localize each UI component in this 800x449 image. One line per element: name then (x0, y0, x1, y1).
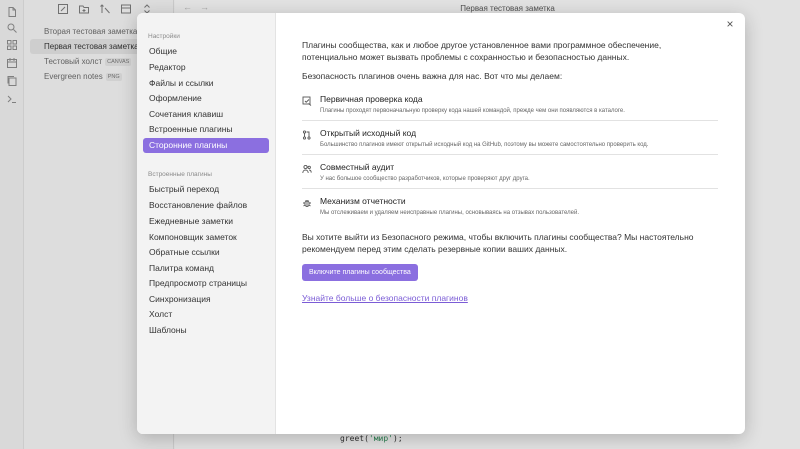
security-heading: Безопасность плагинов очень важна для на… (302, 71, 563, 81)
list-item: Первичная проверка кода Плагины проходят… (302, 87, 718, 121)
sidebar-item-note-composer[interactable]: Компоновщик заметок (143, 230, 269, 245)
sidebar-item-appearance[interactable]: Оформление (143, 91, 269, 106)
code-review-icon (302, 96, 312, 106)
users-icon (302, 164, 312, 174)
settings-modal: Настройки Общие Редактор Файлы и ссылки … (137, 13, 745, 434)
feature-title: Первичная проверка кода (320, 94, 423, 104)
sidebar-item-sync[interactable]: Синхронизация (143, 292, 269, 307)
feature-title: Механизм отчетности (320, 196, 406, 206)
list-item: Механизм отчетности Мы отслеживаем и уда… (302, 189, 718, 223)
sidebar-item-daily-notes[interactable]: Ежедневные заметки (143, 214, 269, 229)
feature-description: У нас большое сообщество разработчиков, … (320, 176, 530, 182)
feature-description: Мы отслеживаем и удаляем неисправные пла… (320, 210, 579, 216)
settings-group-label: Настройки (148, 33, 180, 40)
sidebar-item-templates[interactable]: Шаблоны (143, 323, 269, 338)
list-item: Совместный аудит У нас большое сообществ… (302, 155, 718, 189)
sidebar-item-backlinks[interactable]: Обратные ссылки (143, 245, 269, 260)
feature-title: Совместный аудит (320, 162, 395, 172)
enable-community-plugins-button[interactable]: Включите плагины сообщества (302, 264, 418, 281)
feature-description: Плагины проходят первоначальную проверку… (320, 108, 625, 114)
sidebar-item-file-recovery[interactable]: Восстановление файлов (143, 198, 269, 213)
sidebar-item-canvas[interactable]: Холст (143, 307, 269, 322)
sidebar-item-editor[interactable]: Редактор (143, 60, 269, 75)
close-icon[interactable]: × (723, 17, 737, 31)
learn-more-link[interactable]: Узнайте больше о безопасности плагинов (302, 293, 718, 303)
sidebar-item-hotkeys[interactable]: Сочетания клавиш (143, 107, 269, 122)
intro-text: Плагины сообщества, как и любое другое у… (302, 40, 662, 62)
list-item: Открытый исходный код Большинство плагин… (302, 121, 718, 155)
sidebar-item-general[interactable]: Общие (143, 44, 269, 59)
bug-icon (302, 198, 312, 208)
sidebar-item-community-plugins[interactable]: Сторонние плагины (143, 138, 269, 153)
feature-title: Открытый исходный код (320, 128, 417, 138)
sidebar-item-files-links[interactable]: Файлы и ссылки (143, 76, 269, 91)
safe-mode-question: Вы хотите выйти из Безопасного режима, ч… (302, 232, 694, 254)
git-pull-request-icon (302, 130, 312, 140)
community-plugins-panel: Плагины сообщества, как и любое другое у… (302, 39, 718, 303)
sidebar-item-page-preview[interactable]: Предпросмотр страницы (143, 276, 269, 291)
settings-sidebar: Настройки Общие Редактор Файлы и ссылки … (137, 13, 276, 434)
security-feature-list: Первичная проверка кода Плагины проходят… (302, 87, 718, 223)
feature-description: Большинство плагинов имеют открытый исхо… (320, 142, 649, 148)
sidebar-item-quick-switcher[interactable]: Быстрый переход (143, 182, 269, 197)
sidebar-item-core-plugins[interactable]: Встроенные плагины (143, 122, 269, 137)
sidebar-item-command-palette[interactable]: Палитра команд (143, 261, 269, 276)
core-plugins-group-label: Встроенные плагины (148, 171, 212, 178)
